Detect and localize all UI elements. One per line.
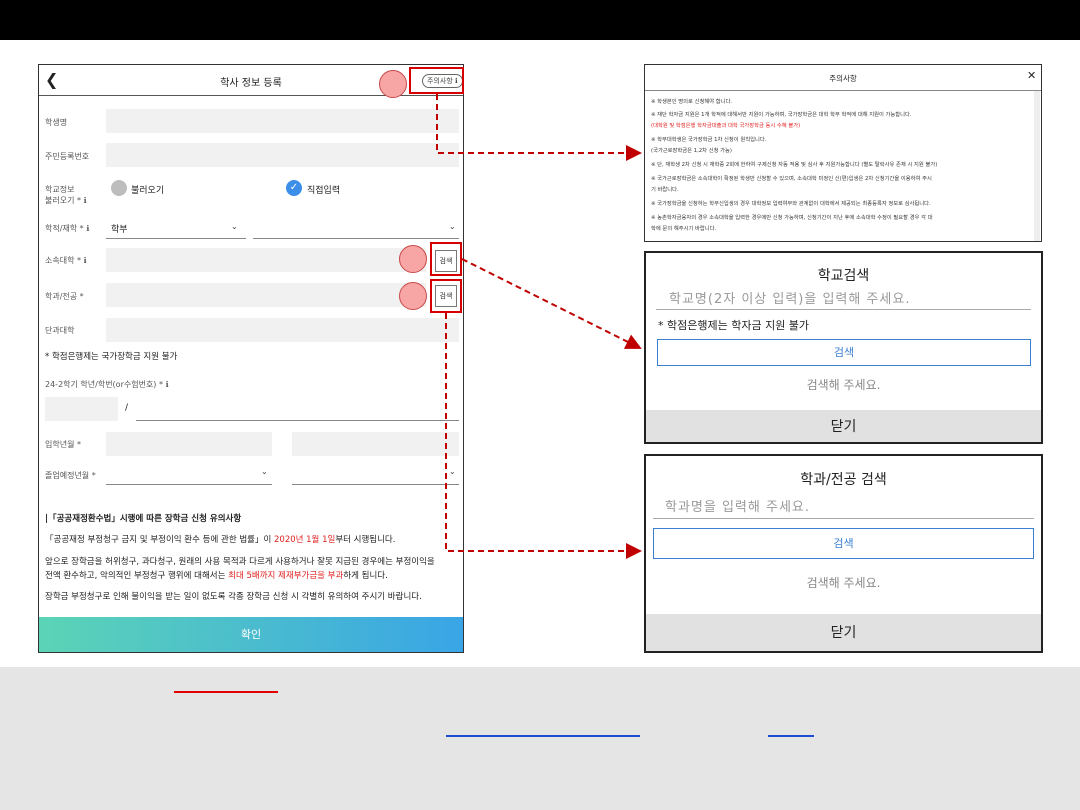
notice-item: ※ 단, 재학생 2차 신청 시 재학중 2회에 한하여 구제신청 자동 적용 … [651,162,938,168]
notice-item: 학에 문의 해주시기 바랍니다. [651,226,717,232]
notice-item: ※ 재단 학자금 지원은 1개 학적에 대해서만 지원이 가능하며, 국가장학금… [651,112,912,118]
close-icon[interactable]: ✕ [1027,69,1036,82]
major-search-input[interactable]: 학과명을 입력해 주세요. [665,496,810,515]
notice-modal-title: 주의사항 [829,74,857,83]
divider [653,518,1034,519]
notice-item: 기 바랍니다. [651,187,679,193]
major-search-close-button[interactable]: 닫기 [646,614,1041,651]
notice-item: ※ 학생본인 명의로 신청해야 합니다. [651,99,733,105]
school-search-message: 검색해 주세요. [806,378,881,392]
notice-item: (국가근로장학금은 1,2차 신청 가능) [651,148,732,154]
notice-item: ※ 농촌학자금융자의 경우 소속대학을 입력한 경우에만 신청 가능하며, 신청… [651,215,933,221]
school-search-modal: 학교검색 학교명(2자 이상 입력)을 입력해 주세요. * 학점은행제는 학자… [644,251,1043,444]
notice-item: ※ 학부대학생은 국가장학금 1차 신청이 원칙입니다. [651,137,767,143]
blue-underline [768,735,814,737]
major-search-message: 검색해 주세요. [806,576,881,590]
divider [645,90,1041,91]
blue-underline [446,735,640,737]
notice-item: ※ 국가장학금을 신청하는 학부신입생의 경우 대학정보 입력여부와 관계없이 … [651,201,931,207]
school-search-note: * 학점은행제는 학자금 지원 불가 [658,319,810,332]
bottom-caption-area [0,667,1080,810]
major-search-button[interactable]: 검색 [653,528,1034,559]
red-underline [174,691,278,693]
school-search-close-button[interactable]: 닫기 [646,410,1041,442]
notice-item: (대학원 및 학점은행 학자금대출과 대학 국가장학금 동시 수혜 불가) [651,123,801,129]
school-search-input[interactable]: 학교명(2자 이상 입력)을 입력해 주세요. [669,288,910,307]
school-search-title: 학교검색 [817,268,870,284]
major-search-title: 학과/전공 검색 [800,472,887,488]
notice-item: ※ 국가근로장학금은 소속대학이 확정된 학생만 신청할 수 있으며, 소속대학… [651,176,932,182]
major-search-modal: 학과/전공 검색 학과명을 입력해 주세요. 검색 검색해 주세요. 닫기 [644,454,1043,653]
school-search-button[interactable]: 검색 [657,339,1031,366]
scrollbar[interactable] [1034,91,1040,241]
notice-modal: 주의사항 ✕ ※ 학생본인 명의로 신청해야 합니다. ※ 재단 학자금 지원은 … [644,64,1042,242]
divider [656,309,1031,310]
